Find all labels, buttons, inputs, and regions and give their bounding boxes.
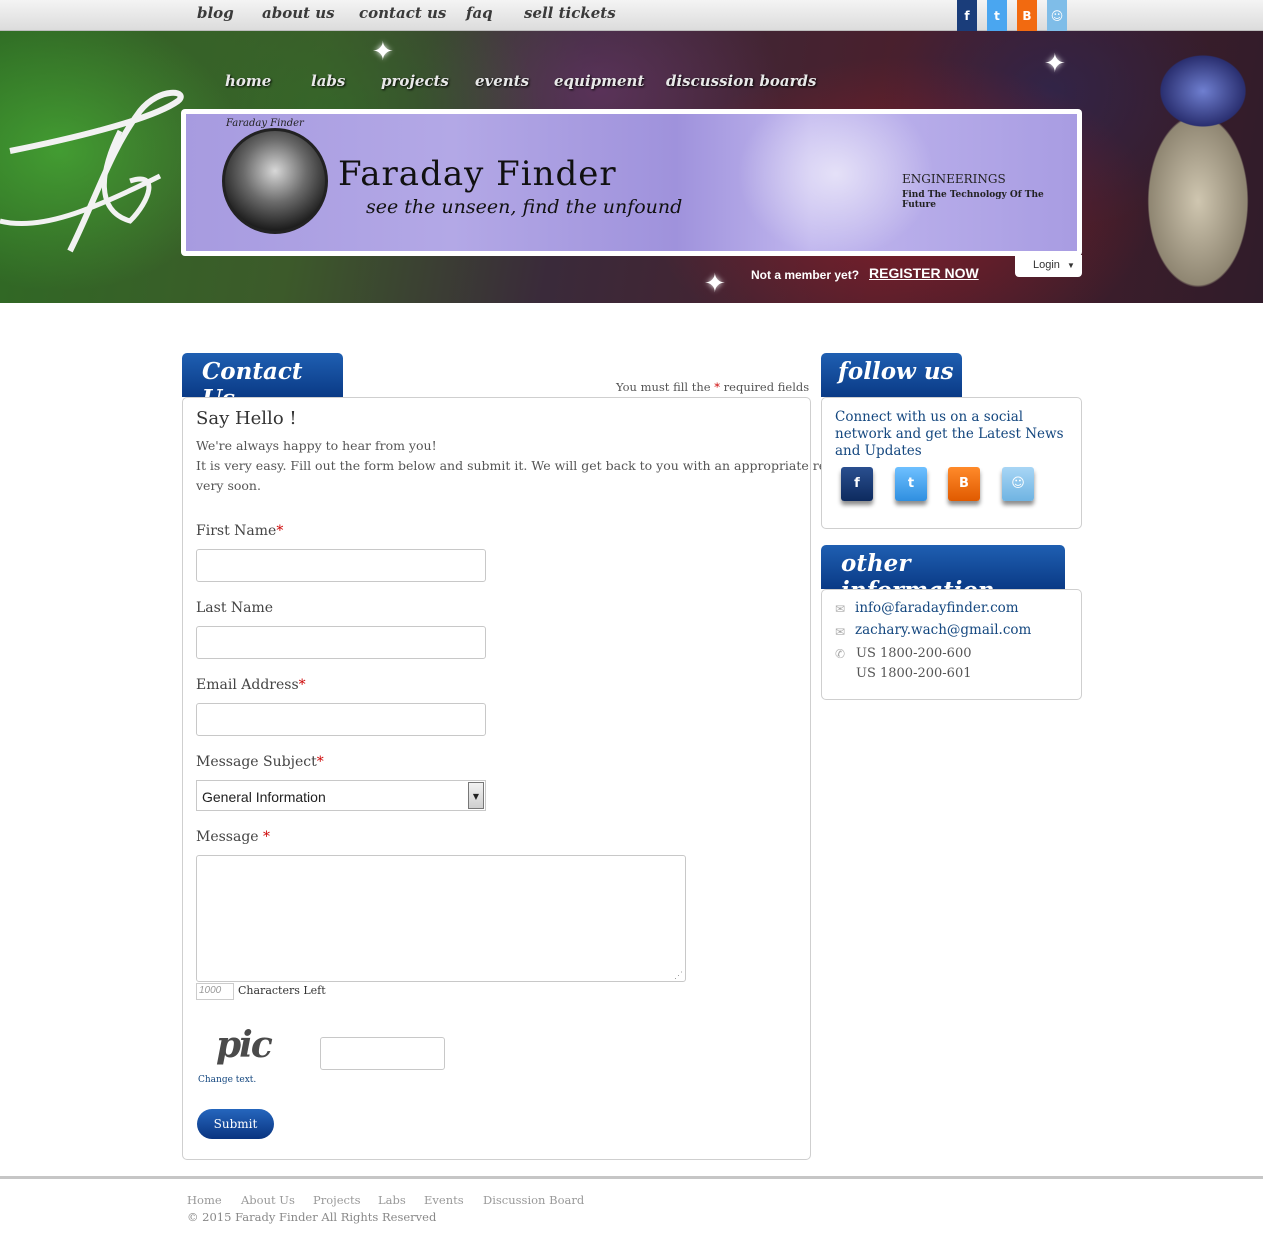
intro-line-2: It is very easy. Fill out the form below… xyxy=(196,458,846,473)
email-label-text: Email Address xyxy=(196,677,299,693)
last-name-label: Last Name xyxy=(196,600,274,616)
message-label: Message * xyxy=(196,829,270,845)
message-label-text: Message xyxy=(196,829,264,845)
faraday-portrait xyxy=(222,128,328,234)
intro-line-1: We're always happy to hear from you! xyxy=(196,438,437,453)
copyright-text: © 2015 Farady Finder All Rights Reserved xyxy=(187,1210,437,1224)
banner-arc-text: Faraday Finder xyxy=(226,118,304,129)
other-information-tab: other information xyxy=(821,545,1065,604)
footer-link-projects[interactable]: Projects xyxy=(313,1193,361,1207)
resize-handle-icon[interactable]: ⋰ xyxy=(674,971,683,981)
twitter-icon[interactable]: t xyxy=(987,0,1007,33)
first-name-label: First Name* xyxy=(196,523,283,539)
message-textarea[interactable]: ⋰ xyxy=(196,855,686,982)
phone-number-1: US 1800-200-600 xyxy=(856,646,972,661)
required-star: * xyxy=(263,829,271,845)
characters-left-counter: 1000 xyxy=(196,983,234,1000)
cf-logo-icon xyxy=(0,89,184,253)
required-star: * xyxy=(276,523,284,539)
banner-image: Faraday Finder Faraday Finder see the un… xyxy=(186,114,1077,251)
email-link-zachary[interactable]: zachary.wach@gmail.com xyxy=(855,622,1031,638)
email-link-info[interactable]: info@faradayfinder.com xyxy=(855,600,1019,616)
envelope-icon: ✉ xyxy=(835,625,846,639)
required-fields-note: You must fill the * required fields xyxy=(616,380,809,394)
required-note-post: required fields xyxy=(723,380,810,394)
contact-form-box xyxy=(182,397,811,1160)
nav-events[interactable]: events xyxy=(475,72,529,90)
change-captcha-link[interactable]: Change text. xyxy=(198,1075,256,1085)
footer-divider xyxy=(0,1176,1263,1179)
nav-projects[interactable]: projects xyxy=(381,72,449,90)
nav-home[interactable]: home xyxy=(225,72,271,90)
twitter-icon[interactable]: t xyxy=(895,467,927,501)
phone-number-2: US 1800-200-601 xyxy=(856,666,972,681)
star-icon: ✦ xyxy=(704,269,726,299)
faraday-finder-banner[interactable]: Faraday Finder Faraday Finder see the un… xyxy=(181,109,1082,256)
footer-link-home[interactable]: Home xyxy=(187,1193,222,1207)
nav-equipment[interactable]: equipment xyxy=(554,72,644,90)
nav-discussion-boards[interactable]: discussion boards xyxy=(666,72,816,90)
facebook-icon[interactable]: f xyxy=(957,0,977,33)
subject-label: Message Subject* xyxy=(196,754,324,770)
login-label: Login xyxy=(1033,259,1060,271)
envelope-icon: ✉ xyxy=(835,602,846,616)
follow-us-text: Connect with us on a social network and … xyxy=(835,409,1064,459)
follow-us-tab: follow us xyxy=(821,353,962,397)
first-name-label-text: First Name xyxy=(196,523,277,539)
engineering-label: ENGINEERINGS xyxy=(902,172,1006,186)
submit-button[interactable]: Submit xyxy=(197,1109,274,1139)
top-link-sell-tickets[interactable]: sell tickets xyxy=(524,4,616,22)
subject-selected-value: General Information xyxy=(202,789,326,805)
required-note-pre: You must fill the xyxy=(616,380,711,394)
star-icon: ✦ xyxy=(1044,49,1066,79)
brain-head-figure xyxy=(1118,51,1263,303)
facebook-icon[interactable]: f xyxy=(841,467,873,501)
blogger-icon[interactable]: B xyxy=(1017,0,1037,33)
required-star: * xyxy=(714,380,720,394)
reddit-icon[interactable]: ☺ xyxy=(1002,467,1034,501)
last-name-input[interactable] xyxy=(196,626,486,659)
engineering-subtitle: Find The Technology Of The Future xyxy=(902,190,1044,210)
email-label: Email Address* xyxy=(196,677,306,693)
not-member-text: Not a member yet? xyxy=(751,268,860,282)
phone-icon: ✆ xyxy=(835,647,846,661)
site-logo-text: Faraday Finder xyxy=(338,154,617,194)
top-link-about-us[interactable]: about us xyxy=(262,4,335,22)
top-link-contact-us[interactable]: contact us xyxy=(359,4,446,22)
footer-link-events[interactable]: Events xyxy=(424,1193,464,1207)
footer-link-labs[interactable]: Labs xyxy=(378,1193,406,1207)
characters-left-label: Characters Left xyxy=(238,984,326,997)
site-tagline: see the unseen, find the unfound xyxy=(366,196,683,218)
dropdown-arrow-icon[interactable]: ▼ xyxy=(468,782,484,809)
nav-labs[interactable]: labs xyxy=(311,72,345,90)
contact-us-tab: Contact Us xyxy=(182,353,343,412)
intro-line-3: very soon. xyxy=(196,478,261,493)
blogger-icon[interactable]: B xyxy=(948,467,980,501)
header: ✦ ✦ ✦ ✦ home labs projects events equipm… xyxy=(0,31,1263,303)
footer-link-about-us[interactable]: About Us xyxy=(241,1193,295,1207)
login-dropdown[interactable]: Login ▼ xyxy=(1015,255,1082,277)
top-link-blog[interactable]: blog xyxy=(197,4,234,22)
subject-label-text: Message Subject xyxy=(196,754,317,770)
subject-select[interactable]: General Information ▼ xyxy=(196,780,486,811)
required-star: * xyxy=(316,754,324,770)
first-name-input[interactable] xyxy=(196,549,486,582)
top-link-faq[interactable]: faq xyxy=(466,4,493,22)
register-now-link[interactable]: REGISTER NOW xyxy=(869,265,979,281)
footer-link-discussion-board[interactable]: Discussion Board xyxy=(483,1193,584,1207)
caret-down-icon: ▼ xyxy=(1066,261,1075,270)
top-bar: blog about us contact us faq sell ticket… xyxy=(0,0,1263,33)
reddit-icon[interactable]: ☺ xyxy=(1047,0,1067,33)
required-star: * xyxy=(298,677,306,693)
captcha-image: pic xyxy=(216,1024,273,1066)
say-hello-heading: Say Hello ! xyxy=(196,408,297,429)
captcha-input[interactable] xyxy=(320,1037,445,1070)
star-icon: ✦ xyxy=(372,37,394,67)
email-input[interactable] xyxy=(196,703,486,736)
